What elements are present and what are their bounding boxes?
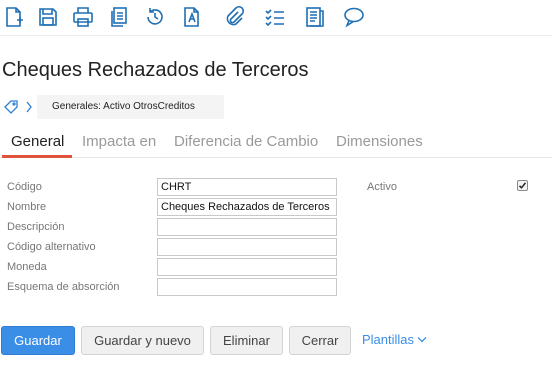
save-button[interactable]: Guardar	[1, 326, 75, 355]
activo-checkbox[interactable]	[517, 180, 528, 191]
tab-diferencia-de-cambio[interactable]: Diferencia de Cambio	[174, 133, 318, 150]
tag-icon[interactable]	[3, 99, 19, 115]
copy-icon[interactable]	[107, 5, 131, 29]
nombre-field[interactable]: Cheques Rechazados de Terceros	[157, 198, 337, 216]
chevron-down-icon	[417, 337, 427, 343]
tab-dimensiones[interactable]: Dimensiones	[336, 133, 423, 150]
print-icon[interactable]	[71, 5, 95, 29]
codigo-alternativo-field[interactable]	[157, 238, 337, 256]
activo-label: Activo	[367, 181, 397, 193]
close-button[interactable]: Cerrar	[289, 326, 351, 355]
notes-icon[interactable]	[303, 5, 327, 29]
delete-button[interactable]: Eliminar	[210, 326, 283, 355]
nombre-label: Nombre	[7, 201, 47, 213]
chevron-right-icon	[24, 99, 34, 115]
templates-label: Plantillas	[362, 332, 415, 347]
toolbar	[0, 0, 552, 36]
tab-bar: General Impacta en Diferencia de Cambio …	[0, 128, 552, 158]
descripcion-label: Descripción	[7, 221, 65, 233]
breadcrumb: Generales: Activo OtrosCreditos	[0, 95, 552, 119]
moneda-label: Moneda	[7, 261, 47, 273]
codigo-alternativo-label: Código alternativo	[7, 241, 96, 253]
codigo-label: Código	[7, 181, 42, 193]
save-icon[interactable]	[36, 5, 60, 29]
comment-icon[interactable]	[342, 5, 366, 29]
checkmark-icon	[518, 182, 527, 189]
tab-general[interactable]: General	[11, 133, 64, 150]
descripcion-field[interactable]	[157, 218, 337, 236]
new-document-icon[interactable]	[2, 5, 26, 29]
codigo-field[interactable]: CHRT	[157, 178, 337, 196]
breadcrumb-chip[interactable]: Generales: Activo OtrosCreditos	[37, 95, 224, 119]
tab-impacta-en[interactable]: Impacta en	[82, 133, 156, 150]
moneda-field[interactable]	[157, 258, 337, 276]
save-and-new-button[interactable]: Guardar y nuevo	[81, 326, 204, 355]
templates-dropdown[interactable]: Plantillas	[362, 332, 427, 347]
checklist-icon[interactable]	[263, 5, 287, 29]
text-document-icon[interactable]	[180, 5, 204, 29]
active-tab-indicator	[2, 155, 72, 158]
esquema-de-absorcion-field[interactable]	[157, 278, 337, 296]
history-icon[interactable]	[143, 5, 167, 29]
attachment-icon[interactable]	[222, 5, 246, 29]
esquema-de-absorcion-label: Esquema de absorción	[7, 281, 120, 293]
page-title: Cheques Rechazados de Terceros	[2, 59, 309, 81]
